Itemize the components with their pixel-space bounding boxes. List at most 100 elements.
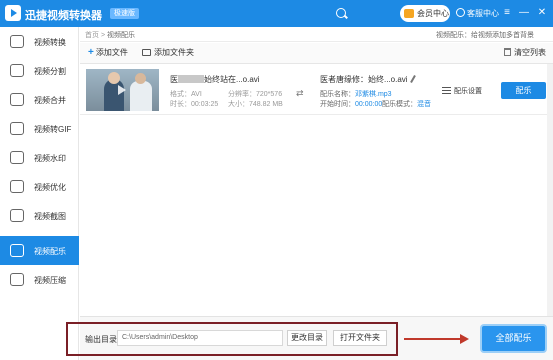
music-settings-label: 配乐设置 [454, 88, 482, 95]
redacted-text [178, 75, 204, 83]
add-file-button[interactable]: + 添加文件 [88, 47, 128, 60]
output-file-name-text: 医者唐缘修：始终...o.avi [320, 75, 408, 84]
duration-info: 时长：00:03:25 [170, 99, 218, 109]
sidebar-item-label: 视频水印 [34, 154, 66, 163]
folder-icon [142, 49, 151, 56]
add-folder-label: 添加文件夹 [154, 48, 194, 57]
headset-icon [456, 8, 465, 17]
edit-icon[interactable] [409, 75, 416, 83]
add-folder-button[interactable]: 添加文件夹 [142, 47, 194, 60]
title-bar: 迅捷视频转换器 极速版 会员中心 客服中心 ≡ — ✕ [0, 0, 553, 27]
sidebar-item-label: 视频转GIF [34, 125, 72, 134]
arrow-right-icon [460, 334, 469, 344]
mix-mode-info: 配乐模式：混音 [382, 99, 431, 109]
video-thumbnail[interactable] [86, 69, 159, 111]
duration-value: 00:03:25 [191, 101, 219, 108]
menu-icon[interactable]: ≡ [500, 6, 514, 20]
open-folder-button[interactable]: 打开文件夹 [333, 330, 387, 346]
support-center-button[interactable]: 客服中心 [456, 8, 499, 19]
arrow-line [404, 338, 462, 340]
feature-tip: 视频配乐：给视频添加多首背景 [436, 32, 534, 39]
size-info: 大小：748.82 MB [228, 99, 283, 109]
start-time-label: 开始时间： [320, 101, 355, 108]
mix-mode-value[interactable]: 混音 [417, 101, 431, 108]
music-settings-button[interactable]: 配乐设置 [442, 86, 482, 96]
source-file-name-prefix: 医 [170, 75, 178, 84]
mix-mode-label: 配乐模式： [382, 101, 417, 108]
sidebar-item-video-watermark[interactable]: 视频水印 [0, 143, 79, 172]
format-info: 格式：AVI [170, 89, 202, 99]
optimize-icon [10, 180, 24, 193]
support-center-label: 客服中心 [467, 9, 499, 18]
music-name-info: 配乐名称：邓紫棋.mp3 [320, 89, 392, 99]
thumbnail-figure-head [108, 72, 120, 84]
format-label: 格式： [170, 91, 191, 98]
resolution-label: 分辨率： [228, 91, 256, 98]
music-name-label: 配乐名称： [320, 91, 355, 98]
sidebar: 视频转换 视频分割 视频合并 视频转GIF 视频水印 视频优化 视频截图 视频配… [0, 27, 79, 360]
mix-button[interactable]: 配乐 [501, 82, 546, 99]
sidebar-item-label: 视频压缩 [34, 276, 66, 285]
sidebar-item-video-screenshot[interactable]: 视频截图 [0, 201, 79, 230]
mix-all-button[interactable]: 全部配乐 [482, 326, 545, 351]
edition-badge: 极速版 [110, 8, 139, 19]
source-file-name-suffix: 始终站在...o.avi [204, 75, 260, 84]
app-title: 迅捷视频转换器 [25, 10, 102, 22]
split-icon [10, 64, 24, 77]
breadcrumb-home[interactable]: 首页 [85, 32, 99, 39]
sidebar-item-video-split[interactable]: 视频分割 [0, 56, 79, 85]
crown-icon [404, 9, 414, 18]
trash-icon [504, 48, 511, 56]
output-dir-field[interactable]: C:\Users\admin\Desktop [117, 330, 283, 346]
thumbnail-doctor [130, 81, 152, 111]
watermark-icon [10, 151, 24, 164]
app-logo-icon [5, 5, 21, 21]
size-value: 748.82 MB [249, 101, 283, 108]
start-time-info: 开始时间：00:00:00 [320, 99, 382, 109]
output-dir-label: 输出目录 [85, 335, 117, 344]
source-file-name: 医 始终站在...o.avi [170, 74, 260, 85]
breadcrumb: 首页 > 视频配乐 [85, 30, 135, 40]
sidebar-item-video-merge[interactable]: 视频合并 [0, 85, 79, 114]
breadcrumb-separator: > [100, 32, 106, 39]
sidebar-item-video-convert[interactable]: 视频转换 [0, 27, 79, 56]
file-list-item: 医 始终站在...o.avi 格式：AVI 时长：00:03:25 分辨率：720… [80, 65, 553, 115]
sidebar-item-label: 视频合并 [34, 96, 66, 105]
sliders-icon [442, 87, 451, 94]
thumbnail-doctor-head [135, 73, 146, 84]
gif-icon [10, 122, 24, 135]
sidebar-item-label: 视频截图 [34, 212, 66, 221]
minimize-icon[interactable]: — [517, 6, 531, 20]
member-center-label: 会员中心 [417, 9, 449, 18]
sidebar-item-video-compress[interactable]: 视频压缩 [0, 265, 79, 294]
scrollbar[interactable] [547, 64, 553, 316]
screenshot-icon [10, 209, 24, 222]
sidebar-item-label: 视频转换 [34, 38, 66, 47]
output-file-name: 医者唐缘修：始终...o.avi [320, 74, 416, 85]
sidebar-item-video-music[interactable]: 视频配乐 [0, 236, 79, 265]
close-icon[interactable]: ✕ [535, 6, 549, 20]
resolution-info: 分辨率：720*576 [228, 89, 282, 99]
music-icon [10, 244, 24, 257]
sidebar-item-label: 视频优化 [34, 183, 66, 192]
toolbar: + 添加文件 添加文件夹 清空列表 [80, 43, 553, 64]
start-time-value[interactable]: 00:00:00 [355, 101, 382, 108]
compress-icon [10, 273, 24, 286]
music-name-value[interactable]: 邓紫棋.mp3 [355, 91, 392, 98]
plus-icon: + [88, 47, 94, 58]
sidebar-item-video-gif[interactable]: 视频转GIF [0, 114, 79, 143]
change-dir-button[interactable]: 更改目录 [287, 330, 327, 346]
member-center-button[interactable]: 会员中心 [400, 5, 450, 22]
merge-icon [10, 93, 24, 106]
add-file-label: 添加文件 [95, 48, 128, 57]
shuffle-icon: ⇄ [296, 88, 304, 98]
breadcrumb-bar: 首页 > 视频配乐 视频配乐：给视频添加多首背景 [80, 27, 553, 42]
sidebar-item-label: 视频配乐 [34, 247, 66, 256]
sidebar-item-video-optimize[interactable]: 视频优化 [0, 172, 79, 201]
convert-icon [10, 35, 24, 48]
clear-list-button[interactable]: 清空列表 [504, 47, 546, 60]
sidebar-item-label: 视频分割 [34, 67, 66, 76]
format-value: AVI [191, 91, 202, 98]
search-icon[interactable] [335, 7, 350, 20]
size-label: 大小： [228, 101, 249, 108]
